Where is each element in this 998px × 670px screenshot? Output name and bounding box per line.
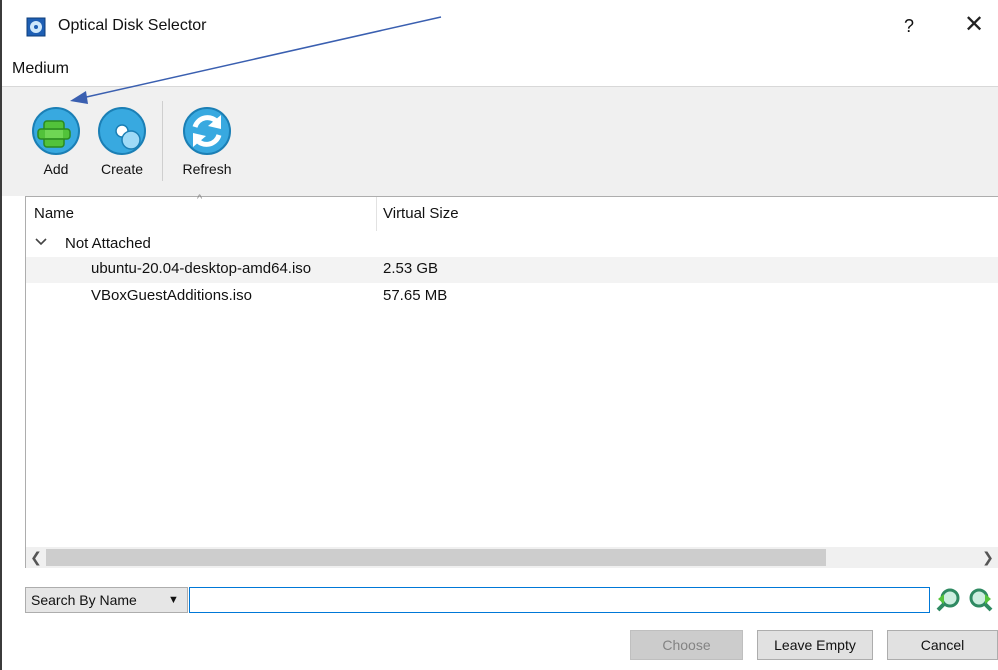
menu-bar: Medium	[2, 54, 998, 86]
row-name: ubuntu-20.04-desktop-amd64.iso	[91, 260, 312, 277]
refresh-label: Refresh	[182, 161, 232, 177]
column-header-virtual-size[interactable]: Virtual Size	[383, 205, 459, 222]
dropdown-arrow-icon: ▼	[168, 594, 179, 606]
search-mode-label: Search By Name	[31, 592, 137, 608]
refresh-icon	[181, 105, 233, 161]
title-bar: Optical Disk Selector ? ✕	[2, 0, 998, 54]
scroll-right-icon[interactable]: ❯	[978, 547, 998, 568]
refresh-button[interactable]: Refresh	[175, 105, 239, 185]
sort-indicator-icon: ^	[197, 193, 203, 205]
leave-empty-button[interactable]: Leave Empty	[757, 630, 873, 660]
search-previous-icon[interactable]	[935, 587, 961, 613]
chevron-down-icon[interactable]	[34, 235, 48, 252]
tree-header: ^ Name Virtual Size	[26, 193, 998, 231]
scroll-left-icon[interactable]: ❮	[26, 547, 46, 568]
create-button[interactable]: Create	[90, 105, 154, 185]
scrollbar-thumb[interactable]	[46, 549, 826, 566]
group-label: Not Attached	[65, 235, 151, 252]
row-size: 2.53 GB	[383, 260, 439, 277]
cancel-button[interactable]: Cancel	[887, 630, 998, 660]
column-divider[interactable]	[376, 197, 377, 231]
create-disk-icon	[96, 105, 148, 161]
add-button[interactable]: Add	[24, 105, 88, 185]
window-title: Optical Disk Selector	[58, 17, 207, 34]
choose-button[interactable]: Choose	[630, 630, 743, 660]
toolbar-separator	[162, 101, 163, 181]
app-disk-icon	[26, 17, 46, 37]
row-name: VBoxGuestAdditions.iso	[91, 287, 252, 304]
menu-medium[interactable]: Medium	[12, 60, 69, 78]
group-not-attached[interactable]: Not Attached	[26, 233, 998, 257]
tree-row[interactable]: VBoxGuestAdditions.iso 57.65 MB	[26, 284, 998, 310]
search-mode-select[interactable]: Search By Name ▼	[25, 587, 188, 613]
tree-row[interactable]: ubuntu-20.04-desktop-amd64.iso 2.53 GB	[26, 257, 998, 283]
create-label: Create	[100, 161, 144, 177]
column-header-name[interactable]: Name	[34, 205, 74, 222]
add-label: Add	[43, 161, 69, 177]
close-button[interactable]: ✕	[959, 10, 989, 40]
search-input[interactable]	[189, 587, 930, 613]
search-next-icon[interactable]	[968, 587, 994, 613]
help-button[interactable]: ?	[895, 12, 923, 40]
toolbar: Add Create Refresh	[2, 86, 998, 196]
row-size: 57.65 MB	[383, 287, 448, 304]
horizontal-scrollbar[interactable]: ❮ ❯	[26, 547, 998, 568]
add-disk-icon	[30, 105, 82, 161]
search-bar: Search By Name ▼	[2, 583, 998, 619]
medium-tree[interactable]: ^ Name Virtual Size Not Attached ubuntu-…	[25, 193, 998, 568]
